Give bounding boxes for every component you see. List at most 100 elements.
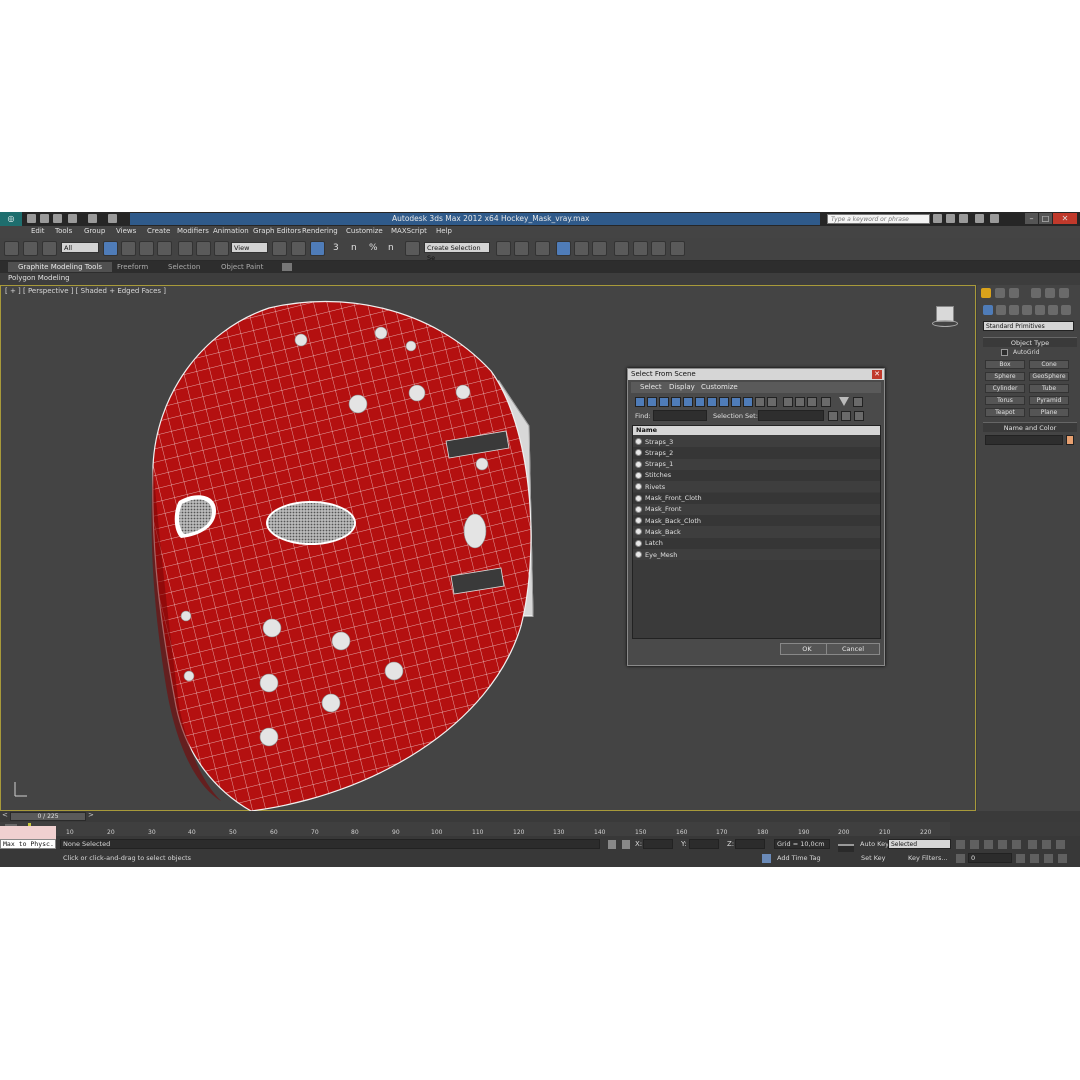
display-cameras-icon[interactable]: [671, 397, 681, 407]
select-by-name-icon[interactable]: [121, 241, 136, 256]
angle-snap-icon[interactable]: n: [351, 243, 357, 253]
named-selection-dropdown[interactable]: Create Selection Se: [424, 242, 490, 262]
sphere-button[interactable]: Sphere: [985, 372, 1025, 381]
menu-views[interactable]: Views: [116, 227, 136, 235]
list-item-latch[interactable]: Latch: [633, 537, 880, 549]
display-frozen-icon[interactable]: [755, 397, 765, 407]
rendered-frame-window-icon[interactable]: [651, 241, 666, 256]
geosphere-button[interactable]: GeoSphere: [1029, 372, 1069, 381]
selection-lock-icon[interactable]: [608, 840, 616, 849]
dialog-title-bar[interactable]: Select From Scene ✕: [628, 369, 884, 380]
selection-filter-dropdown[interactable]: All: [61, 242, 99, 253]
tab-freeform[interactable]: Freeform: [107, 262, 158, 272]
key-mode-toggle-icon[interactable]: [956, 854, 965, 863]
menu-maxscript[interactable]: MAXScript: [391, 227, 427, 235]
display-tab-icon[interactable]: [1045, 288, 1055, 298]
y-coordinate-field[interactable]: [689, 839, 719, 849]
align-icon[interactable]: [514, 241, 529, 256]
list-item-mask-back[interactable]: Mask_Back: [633, 526, 880, 538]
display-containers-icon[interactable]: [743, 397, 753, 407]
selection-set-dropdown[interactable]: [758, 410, 824, 421]
filter-options-icon[interactable]: [853, 397, 863, 407]
object-type-rollout[interactable]: Object Type: [983, 337, 1077, 347]
object-color-swatch[interactable]: [1066, 435, 1074, 445]
ribbon-options-icon[interactable]: [282, 263, 292, 271]
dialog-close-button[interactable]: ✕: [872, 370, 882, 379]
list-item-rivets[interactable]: Rivets: [633, 481, 880, 493]
menu-help[interactable]: Help: [436, 227, 452, 235]
spinner-snap-icon[interactable]: n: [388, 243, 394, 253]
bind-space-warp-icon[interactable]: [42, 241, 57, 256]
display-helpers-icon[interactable]: [683, 397, 693, 407]
ribbon-panel-polygon-modeling[interactable]: Polygon Modeling: [8, 274, 70, 282]
redo-icon[interactable]: [88, 214, 97, 223]
display-groups-icon[interactable]: [707, 397, 717, 407]
create-tab-icon[interactable]: [981, 288, 991, 298]
snap-toggle-icon[interactable]: 3: [333, 243, 339, 253]
filter-funnel-icon[interactable]: [839, 397, 849, 406]
close-window-button[interactable]: ✕: [1053, 213, 1077, 224]
go-to-start-icon[interactable]: [956, 840, 965, 849]
graphite-ribbon-icon[interactable]: [556, 241, 571, 256]
display-all-icon[interactable]: [783, 397, 793, 407]
render-production-icon[interactable]: [670, 241, 685, 256]
select-and-link-icon[interactable]: [4, 241, 19, 256]
list-item-straps-2[interactable]: Straps_2: [633, 447, 880, 459]
orbit-icon[interactable]: [1044, 854, 1053, 863]
previous-frame-icon[interactable]: [970, 840, 979, 849]
cancel-button[interactable]: Cancel: [826, 643, 880, 655]
object-name-input[interactable]: [985, 435, 1063, 445]
app-logo-icon[interactable]: ◎: [0, 212, 22, 226]
key-selection-dropdown[interactable]: Selected: [888, 839, 951, 849]
set-key-button[interactable]: Set Key: [861, 854, 886, 862]
viewcube-icon[interactable]: [932, 306, 958, 327]
select-and-move-icon[interactable]: [178, 241, 193, 256]
schematic-view-icon[interactable]: [592, 241, 607, 256]
tab-graphite-modeling-tools[interactable]: Graphite Modeling Tools: [8, 262, 113, 272]
list-item-mask-front[interactable]: Mask_Front: [633, 503, 880, 516]
display-hidden-icon[interactable]: [767, 397, 777, 407]
subscription-icon[interactable]: [946, 214, 955, 223]
zoom-all-icon[interactable]: [1042, 840, 1051, 849]
motion-tab-icon[interactable]: [1031, 288, 1041, 298]
display-bones-icon[interactable]: [731, 397, 741, 407]
modify-tab-icon[interactable]: [995, 288, 1005, 298]
add-time-tag[interactable]: Add Time Tag: [777, 854, 821, 862]
zoom-extents-icon[interactable]: [1056, 840, 1065, 849]
material-editor-icon[interactable]: [614, 241, 629, 256]
select-and-scale-icon[interactable]: [214, 241, 229, 256]
time-configuration-icon[interactable]: [1016, 854, 1025, 863]
select-object-icon[interactable]: [103, 241, 118, 256]
keyboard-shortcut-override-icon[interactable]: [310, 241, 325, 256]
tab-selection[interactable]: Selection: [158, 262, 210, 272]
zoom-icon[interactable]: [1028, 840, 1037, 849]
list-item-eye-mesh[interactable]: Eye_Mesh: [633, 549, 880, 561]
select-and-rotate-icon[interactable]: [196, 241, 211, 256]
select-all-in-set-icon[interactable]: [854, 411, 864, 421]
favorites-star-icon[interactable]: [975, 214, 984, 223]
cone-button[interactable]: Cone: [1029, 360, 1069, 369]
systems-category-icon[interactable]: [1061, 305, 1071, 315]
edit-named-selection-icon[interactable]: [405, 241, 420, 256]
go-to-end-icon[interactable]: [1012, 840, 1021, 849]
tube-button[interactable]: Tube: [1029, 384, 1069, 393]
list-header[interactable]: Name: [633, 426, 880, 435]
dialog-menu-display[interactable]: Display: [669, 383, 695, 391]
time-slider-next-icon[interactable]: >: [88, 811, 94, 819]
key-filters-button[interactable]: Key Filters...: [908, 854, 948, 862]
lights-category-icon[interactable]: [1009, 305, 1019, 315]
time-slider[interactable]: < 0 / 225 >: [0, 811, 1080, 822]
percent-snap-icon[interactable]: %: [369, 243, 378, 253]
list-item-mask-back-cloth[interactable]: Mask_Back_Cloth: [633, 515, 880, 527]
rectangular-selection-icon[interactable]: [139, 241, 154, 256]
menu-create[interactable]: Create: [147, 227, 170, 235]
communication-icon[interactable]: [959, 214, 968, 223]
remove-selection-set-icon[interactable]: [841, 411, 851, 421]
binoculars-icon[interactable]: [933, 214, 942, 223]
teapot-button[interactable]: Teapot: [985, 408, 1025, 417]
spacewarps-category-icon[interactable]: [1048, 305, 1058, 315]
display-shapes-icon[interactable]: [647, 397, 657, 407]
dialog-menu-select[interactable]: Select: [640, 383, 662, 391]
time-slider-prev-icon[interactable]: <: [2, 811, 8, 819]
search-input[interactable]: Type a keyword or phrase: [827, 214, 930, 224]
